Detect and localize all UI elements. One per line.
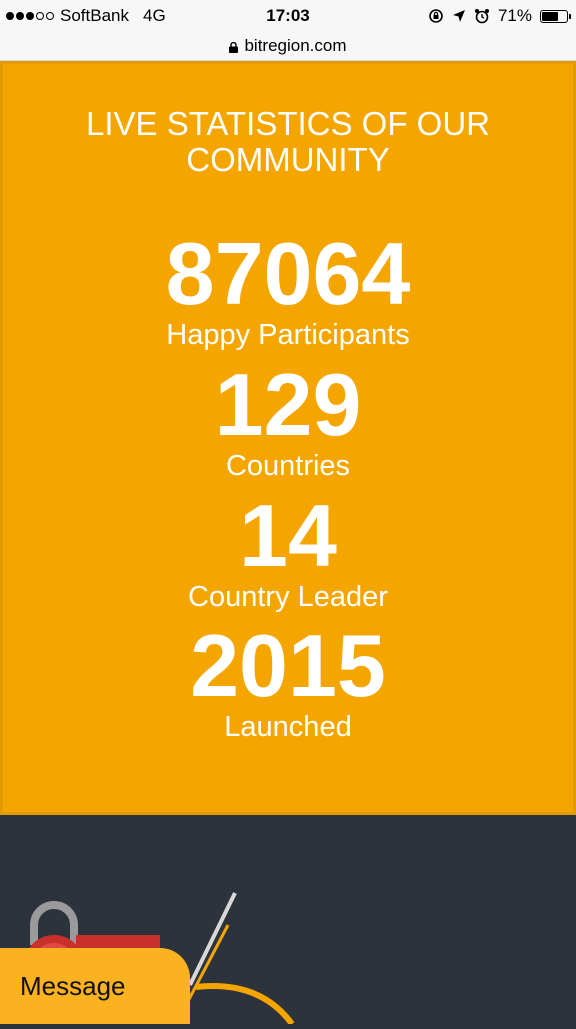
stat-value-participants: 87064 <box>165 224 411 323</box>
stat-label-launched: Launched <box>224 711 352 743</box>
stat-label-participants: Happy Participants <box>166 319 410 351</box>
battery-fill <box>542 11 558 21</box>
rotation-lock-icon <box>429 9 443 23</box>
stat-label-country-leader: Country Leader <box>188 581 388 613</box>
location-arrow-icon <box>452 10 465 22</box>
stat-label-countries: Countries <box>225 450 351 482</box>
swoosh-graphic <box>184 892 295 1026</box>
battery-icon <box>540 9 571 23</box>
status-icons: 71% <box>428 6 571 26</box>
message-button-label: Message <box>20 970 126 1001</box>
battery-percent: 71% <box>497 6 532 25</box>
message-button[interactable]: Message <box>0 948 190 1024</box>
status-bar: SoftBank 4G 17:03 71% <box>0 0 576 32</box>
live-statistics-section: LIVE STATISTICS OF OUR COMMUNITY 87064 H… <box>0 61 576 815</box>
stat-value-launched: 2015 <box>190 616 386 715</box>
alarm-clock-icon <box>474 9 489 24</box>
stat-value-countries: 129 <box>214 355 362 454</box>
lock-icon <box>229 41 239 53</box>
section-title: LIVE STATISTICS OF OUR COMMUNITY <box>86 105 490 178</box>
url-domain: bitregion.com <box>244 36 347 55</box>
address-bar[interactable]: bitregion.com <box>0 32 576 61</box>
stat-value-country-leader: 14 <box>239 486 337 585</box>
